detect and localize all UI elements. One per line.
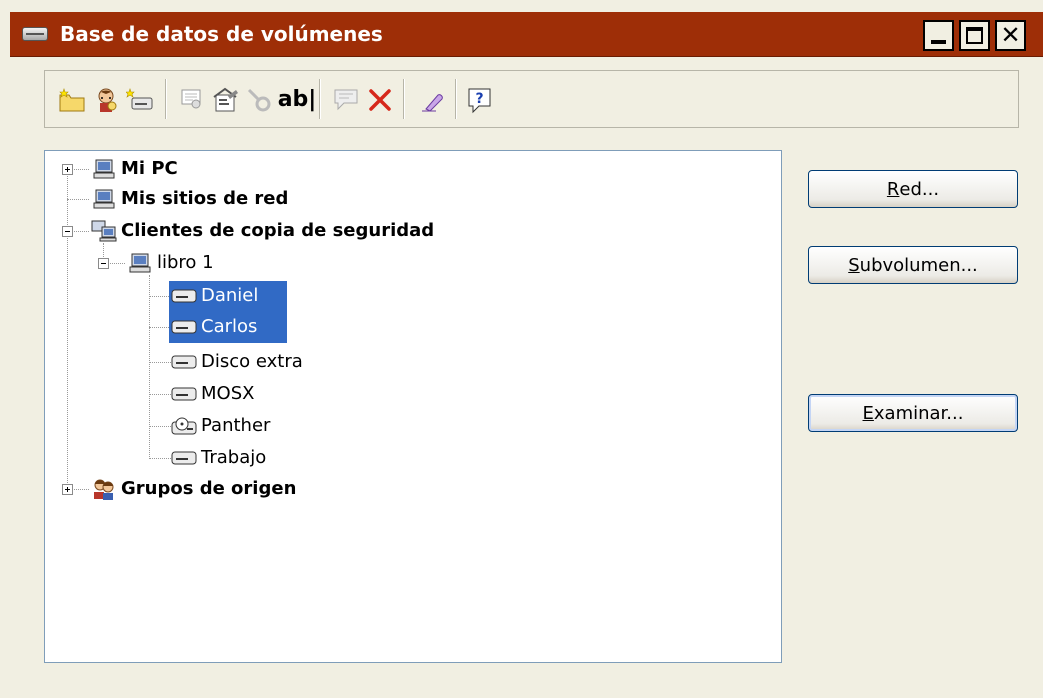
drive-icon xyxy=(171,316,197,338)
subvolume-button-label: ubvolumen... xyxy=(859,254,978,276)
toolbar-separator xyxy=(403,79,405,119)
new-folder-icon[interactable] xyxy=(57,85,87,115)
clients-group-icon xyxy=(91,220,117,242)
subvolume-button-accesskey: S xyxy=(848,254,860,276)
tree-item-book1[interactable]: libro 1 xyxy=(127,249,218,277)
svg-text:?: ? xyxy=(475,91,483,107)
close-button[interactable]: ✕ xyxy=(995,20,1026,51)
tree-line xyxy=(149,296,171,297)
title-bar[interactable]: Base de datos de volúmenes ✕ xyxy=(10,12,1043,57)
minimize-button[interactable] xyxy=(923,20,954,51)
optical-drive-icon xyxy=(171,415,197,437)
tree-item-carlos[interactable]: Carlos xyxy=(171,313,261,341)
new-client-icon[interactable] xyxy=(91,85,121,115)
tree-line xyxy=(149,362,171,363)
source-groups-icon xyxy=(91,478,117,500)
drive-icon xyxy=(171,351,197,373)
tree-line xyxy=(149,426,171,427)
toolbar: ab| ? xyxy=(44,70,1019,128)
browse-button-label: xaminar... xyxy=(873,402,964,424)
subvolume-button[interactable]: Subvolumen... xyxy=(808,246,1018,284)
drive-icon xyxy=(22,27,48,41)
comment-icon[interactable] xyxy=(331,85,361,115)
expand-toggle[interactable] xyxy=(62,164,73,175)
certificate-icon[interactable] xyxy=(177,85,207,115)
key-icon[interactable] xyxy=(245,85,275,115)
computer-icon xyxy=(91,158,117,180)
drive-icon xyxy=(171,285,197,307)
eraser-icon[interactable] xyxy=(415,85,445,115)
tree-line xyxy=(149,327,171,328)
browse-button-accesskey: E xyxy=(862,402,874,424)
rename-button[interactable]: ab| xyxy=(278,85,317,115)
tree-item-work[interactable]: Trabajo xyxy=(171,444,270,472)
new-volume-icon[interactable] xyxy=(125,85,155,115)
help-icon[interactable]: ? xyxy=(465,85,495,115)
tree-item-source-groups[interactable]: Grupos de origen xyxy=(91,475,300,503)
network-button-label: ed... xyxy=(899,178,940,200)
window-title: Base de datos de volúmenes xyxy=(60,22,383,46)
network-button[interactable]: Red... xyxy=(808,170,1018,208)
toolbar-separator xyxy=(319,79,321,119)
close-icon: ✕ xyxy=(1000,21,1021,49)
tree-line xyxy=(67,169,68,487)
tree-line xyxy=(149,275,150,459)
volume-tree[interactable]: Mi PC Mis sitios de red Clientes de copi… xyxy=(44,150,782,663)
tree-item-network-places[interactable]: Mis sitios de red xyxy=(91,185,292,213)
tree-item-backup-clients[interactable]: Clientes de copia de seguridad xyxy=(91,217,438,245)
properties-icon[interactable] xyxy=(211,85,241,115)
toolbar-separator xyxy=(455,79,457,119)
network-button-accesskey: R xyxy=(886,178,900,200)
browse-button[interactable]: Examinar... xyxy=(808,394,1018,432)
collapse-toggle[interactable] xyxy=(62,226,73,237)
tree-line xyxy=(149,458,171,459)
toolbar-separator xyxy=(165,79,167,119)
collapse-toggle[interactable] xyxy=(98,258,109,269)
drive-icon xyxy=(171,383,197,405)
tree-item-extra-disk[interactable]: Disco extra xyxy=(171,348,307,376)
client-computer-icon xyxy=(127,252,153,274)
tree-item-my-pc[interactable]: Mi PC xyxy=(91,155,182,183)
drive-icon xyxy=(171,447,197,469)
tree-item-panther[interactable]: Panther xyxy=(171,412,274,440)
tree-item-daniel[interactable]: Daniel xyxy=(171,282,262,310)
tree-item-mosx[interactable]: MOSX xyxy=(171,380,258,408)
delete-icon[interactable] xyxy=(365,85,395,115)
expand-toggle[interactable] xyxy=(62,484,73,495)
network-computer-icon xyxy=(91,188,117,210)
maximize-button[interactable] xyxy=(959,20,990,51)
tree-line xyxy=(149,394,171,395)
tree-line xyxy=(67,199,89,200)
